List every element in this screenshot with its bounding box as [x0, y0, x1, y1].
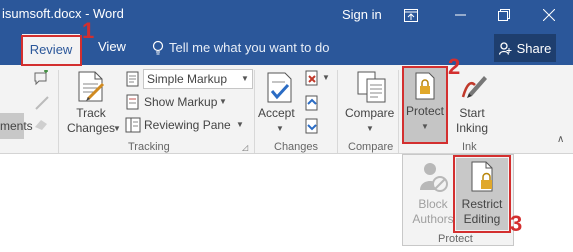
sign-in-link[interactable]: Sign in — [342, 7, 382, 22]
show-markup-button[interactable]: Show Markup — [144, 95, 217, 109]
chevron-down-icon[interactable]: ▼ — [366, 124, 374, 133]
start-inking-label-line1: Start — [459, 106, 485, 120]
block-authors-label-line2: Authors — [412, 212, 454, 226]
start-inking-label-line2: Inking — [455, 121, 489, 135]
share-label: Share — [516, 40, 552, 56]
share-button[interactable]: Share — [494, 34, 556, 62]
document-title: isumsoft.docx - Word — [2, 6, 124, 21]
eraser-disabled-icon — [33, 117, 51, 136]
tell-me-text: Tell me what you want to do — [169, 40, 330, 55]
tell-me-box[interactable]: Tell me what you want to do — [152, 40, 329, 55]
start-inking-icon[interactable] — [457, 71, 489, 106]
lightbulb-icon — [152, 40, 164, 55]
tab-view[interactable]: View — [98, 39, 126, 54]
reviewing-pane-button[interactable]: Reviewing Pane — [144, 118, 231, 132]
display-for-review-icon — [125, 71, 141, 92]
group-label-tracking: Tracking — [128, 141, 170, 153]
dialog-launcher-icon[interactable]: ◿ — [242, 143, 248, 152]
collapse-ribbon-icon[interactable]: ∧ — [557, 134, 564, 145]
markup-select-value: Simple Markup — [147, 72, 228, 86]
close-icon[interactable] — [538, 5, 560, 25]
group-label-changes: Changes — [274, 141, 319, 153]
chevron-down-icon[interactable]: ▼ — [322, 73, 330, 82]
restore-icon[interactable] — [493, 5, 515, 25]
comments-partial-label: ments — [0, 119, 33, 133]
new-comment-icon[interactable] — [33, 69, 51, 91]
compare-icon[interactable] — [355, 70, 389, 109]
annotation-box-protect — [402, 66, 448, 144]
chevron-down-icon[interactable]: ▼ — [236, 120, 244, 129]
minimize-icon[interactable] — [450, 5, 472, 25]
next-change-icon[interactable] — [304, 118, 320, 139]
separator — [58, 70, 59, 153]
annotation-number-3: 3 — [510, 211, 523, 236]
markup-select[interactable]: Simple Markup ▼ — [143, 69, 253, 89]
annotation-number-1: 1 — [82, 18, 95, 43]
separator — [337, 70, 338, 153]
chevron-down-icon[interactable]: ▼ — [241, 74, 249, 83]
group-label-compare: Compare — [348, 141, 394, 153]
separator — [254, 70, 255, 153]
block-authors-label-line1: Block — [418, 197, 448, 211]
show-markup-icon — [125, 94, 141, 115]
track-changes-icon[interactable] — [74, 70, 108, 109]
accept-label: Accept — [258, 106, 295, 120]
reviewing-pane-icon — [125, 117, 141, 138]
block-authors-icon[interactable] — [418, 160, 450, 199]
group-label-protect: Protect — [438, 233, 473, 245]
chevron-down-icon[interactable]: ▼ — [276, 124, 284, 133]
track-changes-label-line2: Changes — [66, 121, 116, 135]
reject-icon[interactable] — [304, 70, 320, 91]
ribbon-display-options-icon[interactable] — [400, 5, 422, 25]
annotation-box-review — [21, 35, 82, 66]
accept-icon[interactable] — [265, 72, 295, 109]
annotation-number-2: 2 — [448, 54, 461, 79]
person-icon — [498, 41, 512, 55]
pen-disabled-icon — [34, 95, 50, 116]
track-changes-label-line1: Track — [76, 106, 106, 120]
chevron-down-icon[interactable]: ▼ — [113, 124, 121, 133]
separator — [398, 70, 399, 153]
group-label-ink: Ink — [462, 141, 477, 153]
annotation-box-restrict-editing — [453, 155, 511, 233]
chevron-down-icon[interactable]: ▼ — [219, 97, 227, 106]
compare-label: Compare — [345, 106, 395, 120]
previous-change-icon[interactable] — [304, 95, 320, 116]
